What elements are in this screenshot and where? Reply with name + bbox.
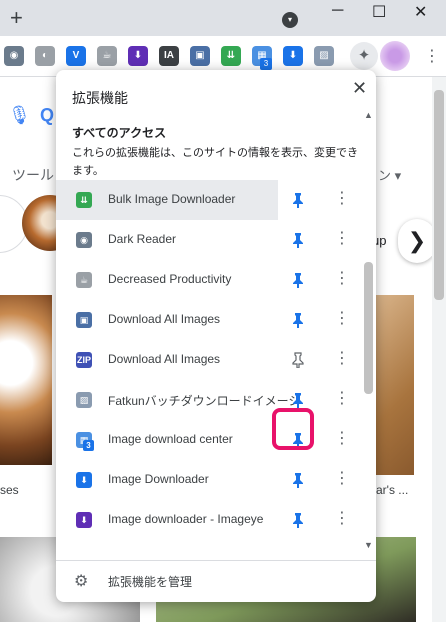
result-caption[interactable]: ses	[0, 483, 19, 497]
pin-icon[interactable]	[292, 312, 304, 332]
extensions-popup: 拡張機能 ✕ すべてのアクセス これらの拡張機能は、このサイトの情報を表示、変更…	[56, 70, 376, 602]
image-icon[interactable]: ▣	[190, 46, 210, 66]
extension-icon: ▦3	[76, 432, 94, 451]
extension-row[interactable]: ▦3 Image download center ⋮	[56, 420, 362, 460]
vpn-icon[interactable]: V	[66, 46, 86, 66]
decreased-productivity-icon[interactable]: ◐	[35, 46, 55, 66]
pin-icon[interactable]	[292, 512, 304, 532]
more-options-icon[interactable]: ⋮	[334, 310, 350, 328]
dark-reader-icon[interactable]: ◉	[4, 46, 24, 66]
extension-name: Image downloader - Imageye	[108, 512, 264, 526]
extension-icon-glyph: ⇊	[80, 195, 88, 205]
extension-row[interactable]: ☕ Decreased Productivity ⋮	[56, 260, 362, 300]
extension-row[interactable]: ZIP Download All Images ⋮	[56, 340, 362, 380]
filter-dropdown[interactable]: ン ▾	[378, 165, 401, 184]
more-options-icon[interactable]: ⋮	[334, 510, 350, 528]
new-tab-button[interactable]: +	[10, 7, 23, 29]
pin-icon[interactable]	[292, 472, 304, 492]
page-scrollbar-thumb[interactable]	[434, 90, 444, 300]
popup-scrollbar-thumb[interactable]	[364, 262, 373, 394]
extension-name: Download All Images	[108, 312, 221, 326]
unpinned-pin-icon[interactable]	[292, 352, 304, 372]
section-heading: すべてのアクセス	[72, 126, 167, 140]
extension-badge: 3	[83, 440, 94, 451]
extension-row[interactable]: ◉ Dark Reader ⋮	[56, 220, 362, 260]
extension-name: Image Downloader	[108, 472, 209, 486]
result-image[interactable]	[374, 295, 414, 475]
extension-row[interactable]: ▣ Download All Images ⋮	[56, 300, 362, 340]
download-icon[interactable]: ⬇	[128, 46, 148, 66]
manage-extensions-button[interactable]: ⚙ 拡張機能を管理	[56, 561, 376, 601]
browser-menu-icon[interactable]: ⋮	[424, 46, 440, 66]
extension-list: ⇊ Bulk Image Downloader ⋮ ◉ Dark Reader ⋮ ☕ Dec…	[56, 180, 376, 558]
extension-icon-glyph: ☕	[79, 275, 89, 285]
microphone-icon[interactable]: 🎙	[8, 105, 31, 126]
minimize-button[interactable]: ─	[332, 2, 343, 20]
extension-icon-glyph: ▨	[79, 395, 89, 405]
search-icon[interactable]: Q	[40, 105, 54, 126]
chevron-right-icon[interactable]: ❯	[398, 219, 432, 263]
extension-name: Image download center	[108, 432, 233, 446]
extension-name: Fatkunバッチダウンロードイメージ	[108, 394, 301, 408]
extension-name: Bulk Image Downloader	[108, 192, 236, 206]
tab-strip: + ▾ ─ ☐ ✕	[0, 0, 446, 36]
extension-badge: 3	[260, 58, 272, 70]
close-window-button[interactable]: ✕	[414, 2, 427, 22]
extensions-puzzle-icon[interactable]: ✦	[350, 42, 378, 70]
extension-icon: ▣	[76, 312, 92, 328]
ia-icon[interactable]: IA	[159, 46, 179, 66]
extension-icon: ◉	[76, 232, 92, 248]
pin-icon[interactable]	[292, 192, 304, 212]
more-options-icon[interactable]: ⋮	[334, 470, 350, 488]
extension-icon-glyph: ZIP	[76, 355, 91, 365]
extension-icon: ⇊	[76, 192, 92, 208]
more-options-icon[interactable]: ⋮	[334, 230, 350, 248]
extension-name: Download All Images	[108, 352, 221, 366]
extension-icon: ▨	[76, 392, 92, 408]
more-options-icon[interactable]: ⋮	[334, 390, 350, 408]
popup-scrollbar[interactable]: ▲ ▼	[362, 110, 376, 552]
scroll-up-arrow-icon[interactable]: ▲	[364, 110, 373, 120]
extension-icon-glyph: ▣	[79, 315, 89, 325]
extension-icon: ⬇	[76, 512, 92, 528]
fatkun-icon[interactable]: ▨	[314, 46, 334, 66]
pin-icon[interactable]	[292, 232, 304, 252]
popup-title: 拡張機能	[72, 90, 128, 106]
more-options-icon[interactable]: ⋮	[334, 190, 350, 208]
pin-highlight-box	[272, 408, 314, 450]
coffee-icon[interactable]: ☕	[97, 46, 117, 66]
close-icon[interactable]: ✕	[352, 78, 367, 99]
section-description: これらの拡張機能は、このサイトの情報を表示、変更できます。	[72, 147, 358, 177]
extension-icon-glyph: ⬇	[80, 475, 88, 485]
extension-icon-glyph: ⬇	[80, 515, 88, 525]
extension-row[interactable]: ⬇ Image Downloader ⋮	[56, 460, 362, 500]
scroll-down-arrow-icon[interactable]: ▼	[364, 540, 373, 550]
gear-icon: ⚙	[74, 573, 89, 590]
maximize-button[interactable]: ☐	[372, 2, 386, 22]
more-options-icon[interactable]: ⋮	[334, 270, 350, 288]
profile-avatar[interactable]	[380, 41, 410, 71]
extension-icon: ☕	[76, 272, 92, 288]
image-downloader-icon[interactable]: ⬇	[283, 46, 303, 66]
result-caption[interactable]: ar's ...	[376, 483, 408, 497]
extension-name: Dark Reader	[108, 232, 177, 246]
tab-search-button[interactable]: ▾	[282, 12, 298, 28]
manage-extensions-label: 拡張機能を管理	[108, 575, 193, 589]
extension-row[interactable]: ▨ Fatkunバッチダウンロードイメージ ⋮	[56, 380, 362, 420]
more-options-icon[interactable]: ⋮	[334, 430, 350, 448]
tools-tab[interactable]: ツール	[12, 165, 54, 185]
extension-row[interactable]: ⇊ Bulk Image Downloader ⋮	[56, 180, 362, 220]
pin-icon[interactable]	[292, 272, 304, 292]
extension-icon: ⬇	[76, 472, 92, 488]
bulk-image-downloader-icon[interactable]: ⇊	[221, 46, 241, 66]
extension-icon-glyph: ◉	[80, 235, 88, 245]
extension-row[interactable]: ⬇ Image downloader - Imageye ⋮	[56, 500, 362, 540]
extension-name: Decreased Productivity	[108, 272, 232, 286]
extension-icon: ZIP	[76, 352, 92, 368]
more-options-icon[interactable]: ⋮	[334, 350, 350, 368]
result-image[interactable]	[0, 295, 52, 465]
